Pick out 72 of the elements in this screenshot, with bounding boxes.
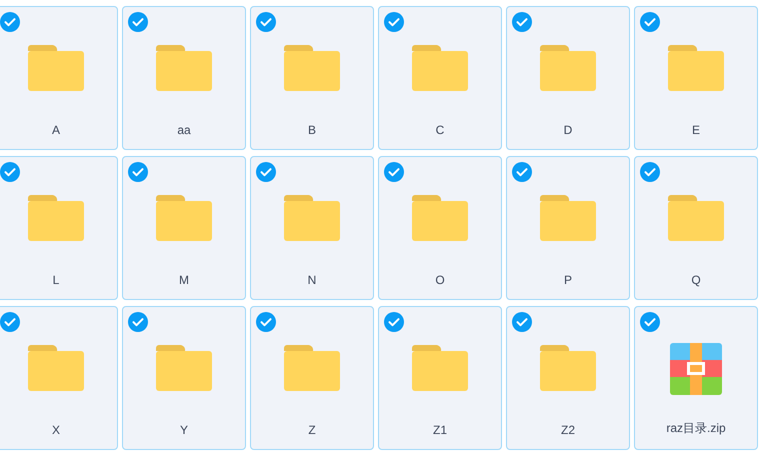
file-name: C <box>436 123 444 137</box>
folder-icon <box>28 195 84 241</box>
file-name: aa <box>177 123 191 137</box>
check-icon[interactable] <box>0 162 20 182</box>
check-icon[interactable] <box>384 162 404 182</box>
file-tile[interactable]: raz目录.zip <box>634 306 758 450</box>
folder-icon <box>540 345 596 391</box>
check-icon[interactable] <box>128 162 148 182</box>
folder-icon <box>540 45 596 91</box>
folder-icon <box>156 195 212 241</box>
file-tile[interactable]: Z2 <box>506 306 630 450</box>
folder-icon <box>284 195 340 241</box>
check-icon[interactable] <box>256 312 276 332</box>
folder-icon <box>28 45 84 91</box>
file-tile[interactable]: aa <box>122 6 246 150</box>
file-name: raz目录.zip <box>666 420 726 437</box>
check-icon[interactable] <box>256 12 276 32</box>
file-tile[interactable]: A <box>0 6 118 150</box>
folder-icon <box>156 345 212 391</box>
file-tile[interactable]: Z1 <box>378 306 502 450</box>
folder-icon <box>668 195 724 241</box>
file-name: Z1 <box>432 423 447 437</box>
check-icon[interactable] <box>256 162 276 182</box>
file-tile[interactable]: L <box>0 156 118 300</box>
file-name: P <box>564 273 572 287</box>
file-tile[interactable]: Y <box>122 306 246 450</box>
file-name: Q <box>691 273 701 287</box>
check-icon[interactable] <box>384 312 404 332</box>
folder-icon <box>284 345 340 391</box>
file-name: E <box>692 123 700 137</box>
file-name: N <box>308 273 316 287</box>
file-tile[interactable]: O <box>378 156 502 300</box>
file-tile[interactable]: E <box>634 6 758 150</box>
check-icon[interactable] <box>640 162 660 182</box>
folder-icon <box>284 45 340 91</box>
file-tile[interactable]: C <box>378 6 502 150</box>
archive-icon <box>670 343 722 395</box>
file-tile[interactable]: D <box>506 6 630 150</box>
check-icon[interactable] <box>0 12 20 32</box>
file-name: Y <box>180 423 188 437</box>
check-icon[interactable] <box>512 12 532 32</box>
file-tile[interactable]: B <box>250 6 374 150</box>
file-name: Z2 <box>560 423 575 437</box>
folder-icon <box>412 345 468 391</box>
file-tile[interactable]: M <box>122 156 246 300</box>
file-name: M <box>179 273 189 287</box>
check-icon[interactable] <box>384 12 404 32</box>
folder-icon <box>28 345 84 391</box>
file-tile[interactable]: Q <box>634 156 758 300</box>
check-icon[interactable] <box>0 312 20 332</box>
check-icon[interactable] <box>512 312 532 332</box>
file-name: B <box>308 123 316 137</box>
check-icon[interactable] <box>128 12 148 32</box>
file-name: O <box>435 273 445 287</box>
file-name: D <box>564 123 572 137</box>
file-tile[interactable]: Z <box>250 306 374 450</box>
file-name: X <box>52 423 60 437</box>
check-icon[interactable] <box>640 12 660 32</box>
check-icon[interactable] <box>512 162 532 182</box>
check-icon[interactable] <box>128 312 148 332</box>
folder-icon <box>412 45 468 91</box>
file-tile[interactable]: N <box>250 156 374 300</box>
folder-icon <box>540 195 596 241</box>
file-name: A <box>52 123 60 137</box>
file-name: Z <box>308 423 316 437</box>
folder-icon <box>156 45 212 91</box>
check-icon[interactable] <box>640 312 660 332</box>
file-tile[interactable]: P <box>506 156 630 300</box>
file-name: L <box>52 273 60 287</box>
folder-icon <box>668 45 724 91</box>
folder-icon <box>412 195 468 241</box>
file-tile[interactable]: X <box>0 306 118 450</box>
